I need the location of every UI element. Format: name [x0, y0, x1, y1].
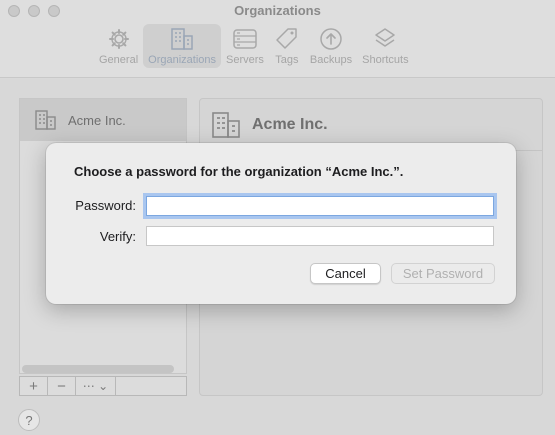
building-icon: [171, 28, 193, 50]
set-password-dialog: Choose a password for the organization “…: [46, 143, 516, 304]
toolbar-item-general[interactable]: General: [94, 24, 143, 68]
toolbar-item-servers[interactable]: Servers: [221, 24, 269, 68]
password-label: Password:: [75, 198, 136, 213]
detail-title: Acme Inc.: [252, 115, 328, 133]
title-bar: Organizations General Organizations Serv…: [0, 0, 555, 78]
verify-field[interactable]: [146, 226, 494, 246]
set-password-button[interactable]: Set Password: [391, 263, 495, 284]
building-icon: [35, 110, 56, 130]
dialog-message: Choose a password for the organization “…: [74, 164, 404, 179]
list-controls: + − ⋯ ⌄: [19, 376, 187, 396]
toolbar-item-tags[interactable]: Tags: [269, 24, 305, 68]
cancel-button[interactable]: Cancel: [310, 263, 381, 284]
toolbar-label-organizations: Organizations: [148, 54, 217, 66]
building-icon: [212, 111, 240, 138]
upload-arrow-icon: [320, 28, 342, 50]
preferences-toolbar: General Organizations Servers Tags Backu…: [94, 24, 414, 68]
toolbar-label-backups: Backups: [309, 54, 353, 66]
list-item-organization[interactable]: Acme Inc.: [20, 99, 186, 141]
toolbar-label-general: General: [99, 54, 139, 66]
window-title: Organizations: [234, 3, 321, 18]
horizontal-scrollbar[interactable]: [22, 365, 174, 373]
toolbar-item-organizations[interactable]: Organizations: [143, 24, 222, 68]
more-actions-menu-button[interactable]: ⋯ ⌄: [76, 377, 116, 395]
toolbar-label-servers: Servers: [226, 54, 264, 66]
verify-label: Verify:: [99, 229, 136, 244]
layers-icon: [375, 28, 396, 47]
gear-icon: [108, 29, 129, 49]
server-icon: [233, 29, 257, 49]
list-item-label: Acme Inc.: [68, 112, 126, 128]
password-field[interactable]: [146, 196, 494, 216]
help-button[interactable]: ?: [18, 409, 40, 431]
toolbar-label-tags: Tags: [275, 54, 299, 66]
toolbar-item-shortcuts[interactable]: Shortcuts: [357, 24, 413, 68]
add-organization-button[interactable]: +: [20, 377, 48, 395]
toolbar-item-backups[interactable]: Backups: [305, 24, 357, 68]
tag-icon: [276, 28, 297, 49]
remove-organization-button[interactable]: −: [48, 377, 76, 395]
toolbar-label-shortcuts: Shortcuts: [362, 54, 409, 66]
